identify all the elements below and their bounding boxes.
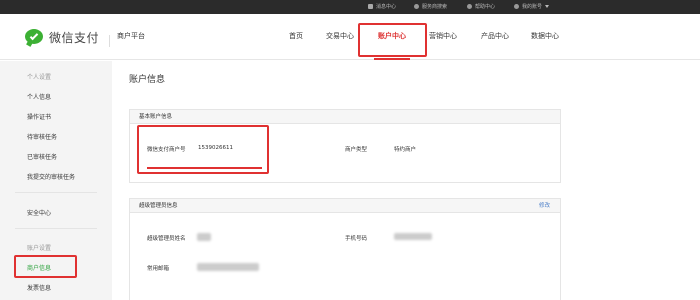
merchant-type-label: 商户类型 xyxy=(345,147,368,153)
phone-redacted xyxy=(394,233,432,240)
page-title: 账户信息 xyxy=(129,75,166,85)
sidebar-item-security[interactable]: 安全中心 xyxy=(27,208,51,217)
admin-name-label: 超级管理员姓名 xyxy=(147,236,186,242)
sidebar-group-personal: 个人设置 xyxy=(27,74,52,81)
sidebar-highlight-annotation xyxy=(14,255,77,278)
phone-label: 手机号码 xyxy=(345,236,368,242)
sidebar-item-personal-info[interactable]: 个人信息 xyxy=(27,92,51,101)
merchant-type-value: 特约商户 xyxy=(394,147,417,153)
nav-trade-center[interactable]: 交易中心 xyxy=(326,14,354,60)
provider-search-link[interactable]: 服务商搜索 xyxy=(414,0,447,14)
my-account-label: 我的账号 xyxy=(522,4,543,10)
message-center-link[interactable]: 消息中心 xyxy=(368,0,396,14)
sidebar-divider xyxy=(15,192,97,193)
sidebar-item-certificate[interactable]: 操作证书 xyxy=(27,112,51,121)
help-icon xyxy=(467,3,472,9)
message-center-label: 消息中心 xyxy=(376,4,397,10)
logo-text: 微信支付 xyxy=(49,30,100,45)
wechat-pay-logo[interactable]: 微信支付 xyxy=(25,27,99,47)
help-center-label: 帮助中心 xyxy=(475,4,496,10)
nav-home[interactable]: 首页 xyxy=(289,14,303,60)
admin-name-redacted xyxy=(197,233,211,241)
user-icon xyxy=(514,3,519,9)
sidebar-item-pending-review[interactable]: 待审核任务 xyxy=(27,132,57,141)
platform-name: 商户平台 xyxy=(117,32,145,40)
help-center-link[interactable]: 帮助中心 xyxy=(467,0,495,14)
my-account-menu[interactable]: 我的账号 xyxy=(514,0,550,14)
sidebar-item-invoice-info[interactable]: 发票信息 xyxy=(27,283,51,292)
main-header: 微信支付 商户平台 首页 交易中心 账户中心 营销中心 产品中心 数据中心 xyxy=(0,14,700,60)
edit-admin-link[interactable]: 修改 xyxy=(539,199,550,213)
logo-divider xyxy=(109,35,110,47)
search-icon xyxy=(414,3,419,9)
super-admin-heading-text: 超级管理员信息 xyxy=(139,203,178,209)
nav-product-center[interactable]: 产品中心 xyxy=(481,14,509,60)
wechat-pay-logo-icon xyxy=(25,28,45,47)
super-admin-panel: 超级管理员信息 修改 xyxy=(129,198,561,300)
top-utility-bar: 消息中心 服务商搜索 帮助中心 我的账号 xyxy=(0,0,700,14)
nav-highlight-annotation xyxy=(358,23,427,57)
nav-marketing-center[interactable]: 营销中心 xyxy=(429,14,457,60)
mail-icon xyxy=(368,3,373,9)
sidebar-group-account: 账户设置 xyxy=(27,245,52,252)
sidebar-item-reviewed[interactable]: 已审核任务 xyxy=(27,152,57,161)
nav-data-center[interactable]: 数据中心 xyxy=(531,14,559,60)
basic-account-heading: 基本账户信息 xyxy=(130,110,560,124)
merchant-no-underline-annotation xyxy=(147,167,262,169)
super-admin-heading: 超级管理员信息 修改 xyxy=(130,199,560,213)
email-label: 常用邮箱 xyxy=(147,266,170,272)
sidebar-divider xyxy=(15,228,97,229)
email-redacted xyxy=(197,263,259,271)
caret-down-icon xyxy=(545,5,550,8)
provider-search-label: 服务商搜索 xyxy=(422,4,448,10)
nav-active-underline xyxy=(374,58,410,60)
sidebar-item-my-submitted[interactable]: 我提交的审核任务 xyxy=(27,172,75,181)
